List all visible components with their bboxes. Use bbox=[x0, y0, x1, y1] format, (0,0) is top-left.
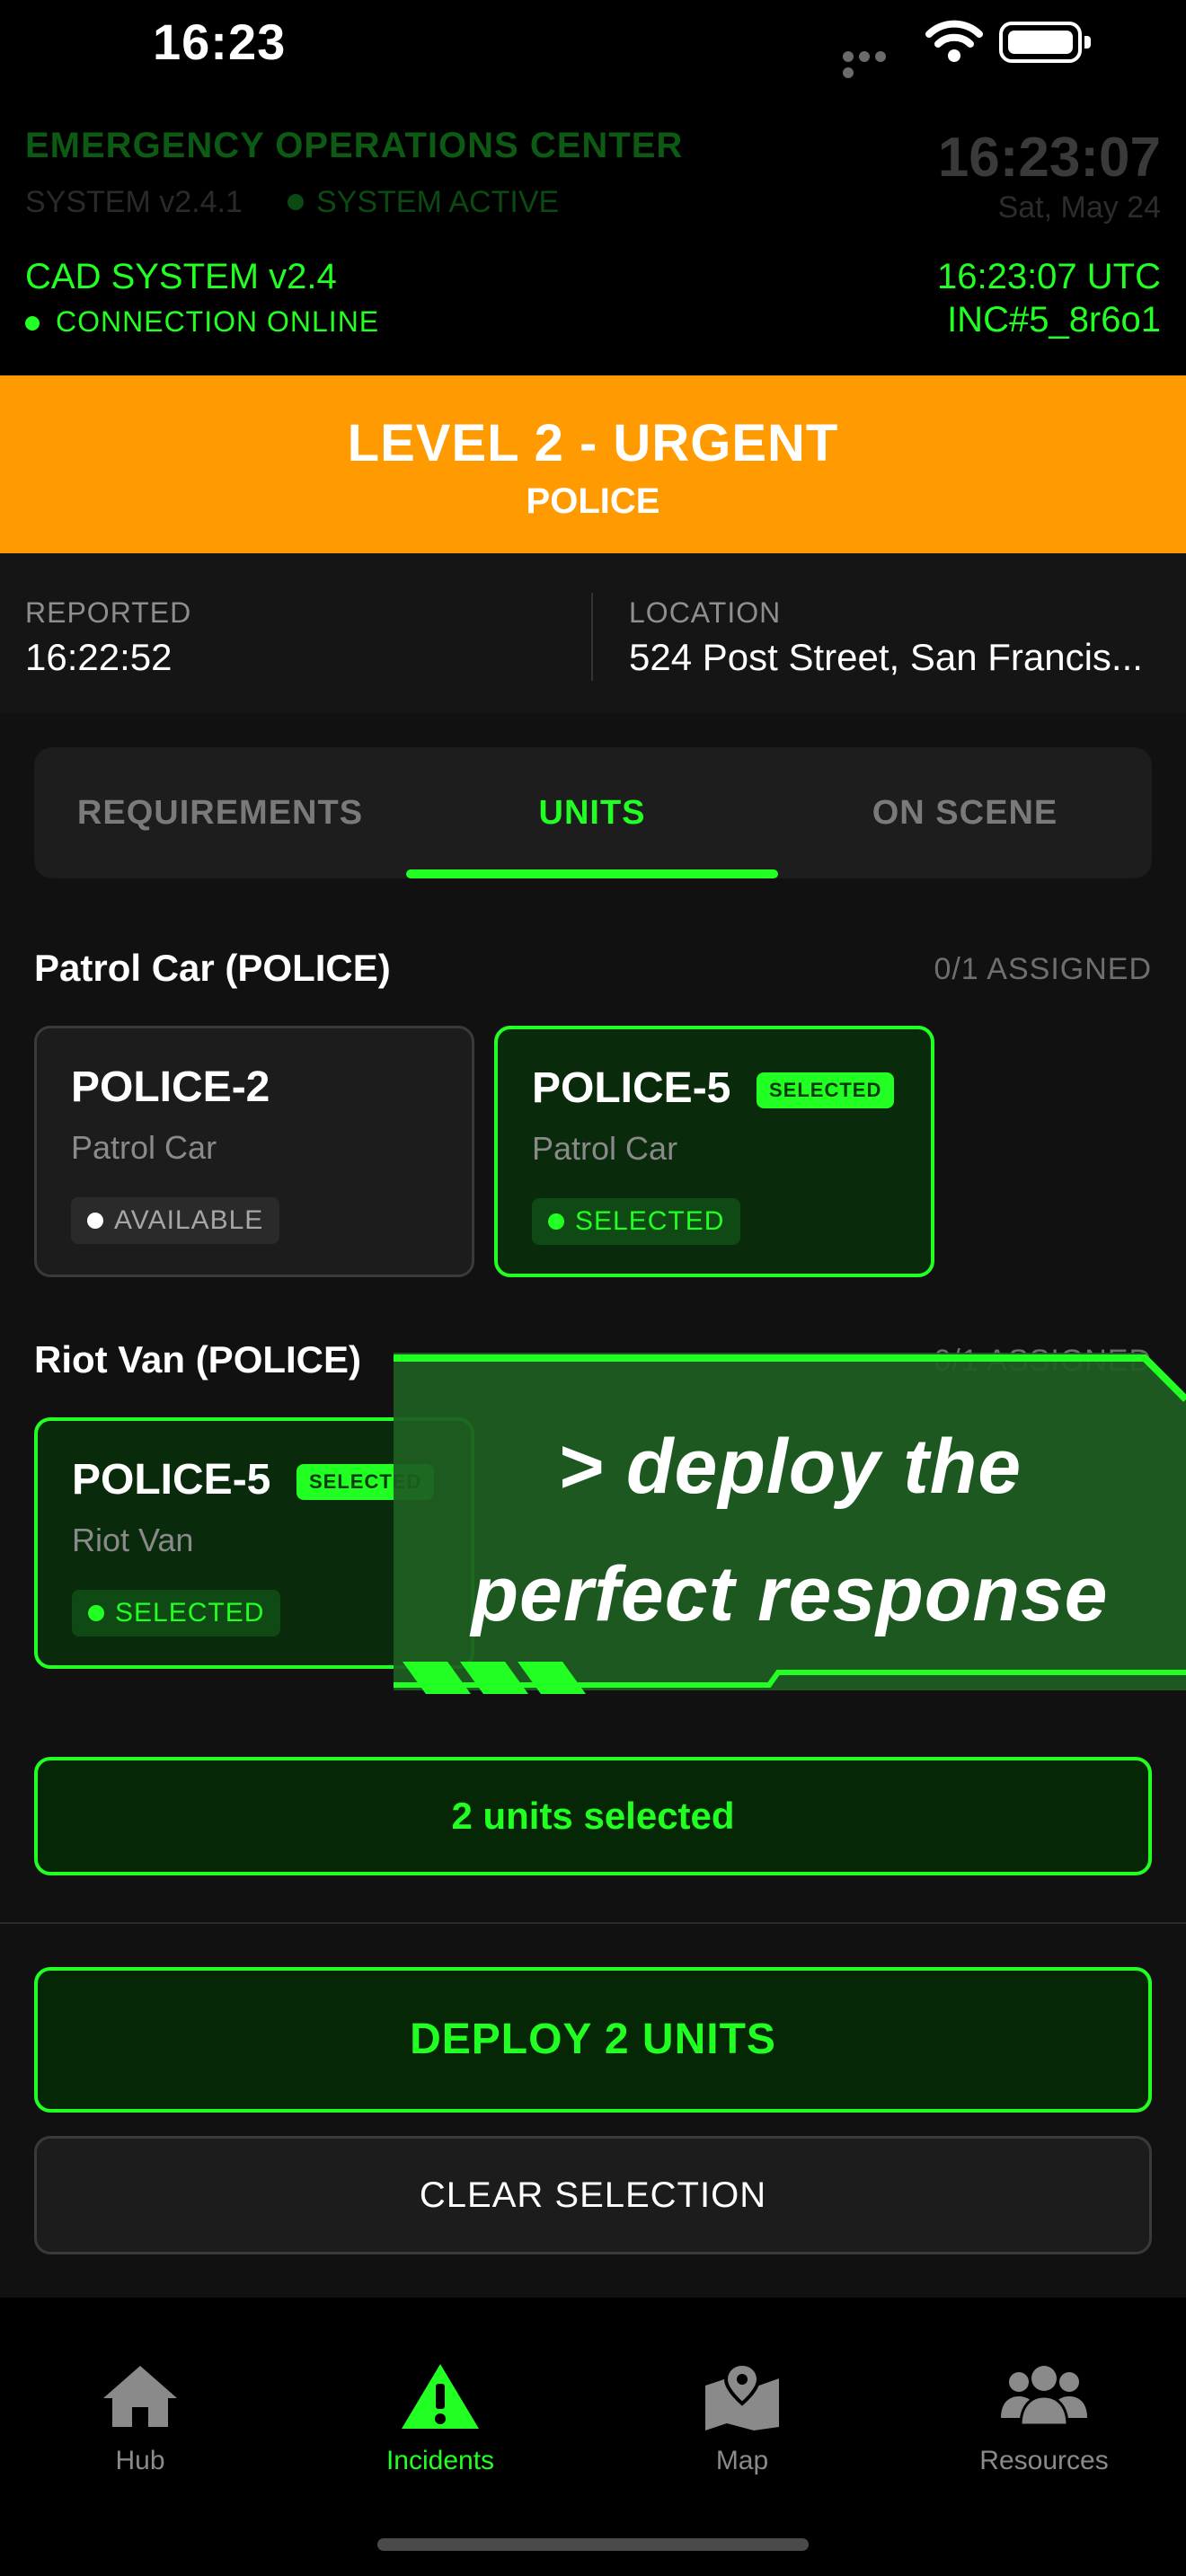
unit-card-police-5-patrol[interactable]: POLICE-5 SELECTED Patrol Car SELECTED bbox=[494, 1026, 934, 1277]
priority-level: LEVEL 2 - URGENT bbox=[347, 414, 839, 472]
system-version: SYSTEM v2.4.1 bbox=[25, 185, 243, 219]
warning-icon bbox=[402, 2364, 479, 2429]
section-title: Patrol Car (POLICE) bbox=[34, 947, 391, 989]
status-dot-icon bbox=[548, 1213, 564, 1230]
cad-system: CAD SYSTEM v2.4 bbox=[25, 257, 337, 296]
tabbar-item-incidents[interactable]: Incidents bbox=[341, 2362, 539, 2476]
unit-card-police-2[interactable]: POLICE-2 Patrol Car AVAILABLE bbox=[34, 1026, 474, 1277]
header-date: Sat, May 24 bbox=[997, 190, 1161, 225]
location-value: 524 Post Street, San Francis... bbox=[629, 636, 1143, 678]
system-status: SYSTEM ACTIVE bbox=[316, 185, 560, 219]
priority-agency: POLICE bbox=[526, 481, 660, 521]
tab-units[interactable]: UNITS bbox=[406, 747, 778, 878]
incident-info: REPORTED 16:22:52 LOCATION 524 Post Stre… bbox=[0, 553, 1186, 713]
unit-id: POLICE-5 bbox=[72, 1456, 271, 1504]
header-title: EMERGENCY OPERATIONS CENTER bbox=[25, 126, 684, 165]
clear-selection-button[interactable]: CLEAR SELECTION bbox=[34, 2136, 1152, 2254]
section-count: 0/1 ASSIGNED bbox=[934, 952, 1152, 986]
connection-status: CONNECTION ONLINE bbox=[56, 305, 380, 338]
promo-line-1: > deploy the bbox=[557, 1424, 1022, 1510]
map-icon bbox=[705, 2361, 779, 2430]
selected-chip: SELECTED bbox=[757, 1072, 895, 1108]
header-clock: 16:23:07 bbox=[937, 127, 1161, 189]
unit-status-badge: SELECTED bbox=[532, 1198, 741, 1245]
unit-type: Riot Van bbox=[72, 1522, 194, 1558]
unit-status-badge: SELECTED bbox=[72, 1590, 281, 1636]
promo-banner-shape bbox=[394, 1353, 1186, 1694]
unit-type: Patrol Car bbox=[71, 1129, 217, 1166]
unit-status: SELECTED bbox=[115, 1598, 265, 1628]
active-tab-indicator bbox=[406, 869, 778, 878]
location-label: LOCATION bbox=[629, 596, 782, 629]
info-divider bbox=[591, 593, 593, 681]
signal-icon bbox=[843, 50, 906, 78]
unit-status: AVAILABLE bbox=[114, 1205, 264, 1235]
units-panel bbox=[0, 713, 1186, 1922]
tabbar-label: Incidents bbox=[385, 2446, 495, 2475]
status-time: 16:23 bbox=[153, 13, 287, 70]
utc-time: 16:23:07 UTC bbox=[936, 257, 1161, 296]
tabbar-item-resources[interactable]: Resources bbox=[945, 2362, 1143, 2476]
tab-requirements[interactable]: REQUIREMENTS bbox=[34, 747, 406, 878]
unit-status-badge: AVAILABLE bbox=[71, 1197, 280, 1244]
unit-type: Patrol Car bbox=[532, 1130, 678, 1167]
status-dot-icon bbox=[87, 1213, 103, 1229]
status-dot-icon bbox=[88, 1605, 104, 1621]
selection-summary-button[interactable]: 2 units selected bbox=[34, 1757, 1152, 1875]
unit-id: POLICE-2 bbox=[71, 1063, 270, 1111]
incident-tabs: REQUIREMENTS UNITS ON SCENE bbox=[34, 747, 1152, 878]
unit-id: POLICE-5 bbox=[532, 1064, 731, 1112]
connection-dot bbox=[25, 316, 40, 331]
system-active-dot bbox=[288, 194, 304, 210]
priority-banner: LEVEL 2 - URGENT POLICE bbox=[0, 375, 1186, 553]
tabbar-label: Resources bbox=[979, 2446, 1109, 2475]
home-icon bbox=[103, 2366, 177, 2427]
tabbar-item-map[interactable]: Map bbox=[643, 2361, 841, 2476]
tab-on-scene[interactable]: ON SCENE bbox=[778, 747, 1152, 878]
promo-line-2: perfect response bbox=[471, 1551, 1109, 1637]
people-icon bbox=[1001, 2366, 1087, 2427]
reported-value: 16:22:52 bbox=[25, 636, 173, 678]
home-indicator bbox=[377, 2538, 809, 2551]
tabbar-label: Map bbox=[715, 2446, 769, 2475]
wifi-icon bbox=[925, 20, 983, 67]
unit-status: SELECTED bbox=[575, 1206, 725, 1236]
tabbar-label: Hub bbox=[115, 2446, 165, 2475]
tabbar-item-hub[interactable]: Hub bbox=[41, 2362, 239, 2476]
battery-icon bbox=[999, 22, 1091, 63]
reported-label: REPORTED bbox=[25, 596, 192, 629]
section-title: Riot Van (POLICE) bbox=[34, 1338, 362, 1381]
deploy-button[interactable]: DEPLOY 2 UNITS bbox=[34, 1967, 1152, 2113]
promo-banner: > deploy the perfect response bbox=[394, 1353, 1186, 1699]
incident-id: INC#5_8r6o1 bbox=[947, 300, 1161, 340]
